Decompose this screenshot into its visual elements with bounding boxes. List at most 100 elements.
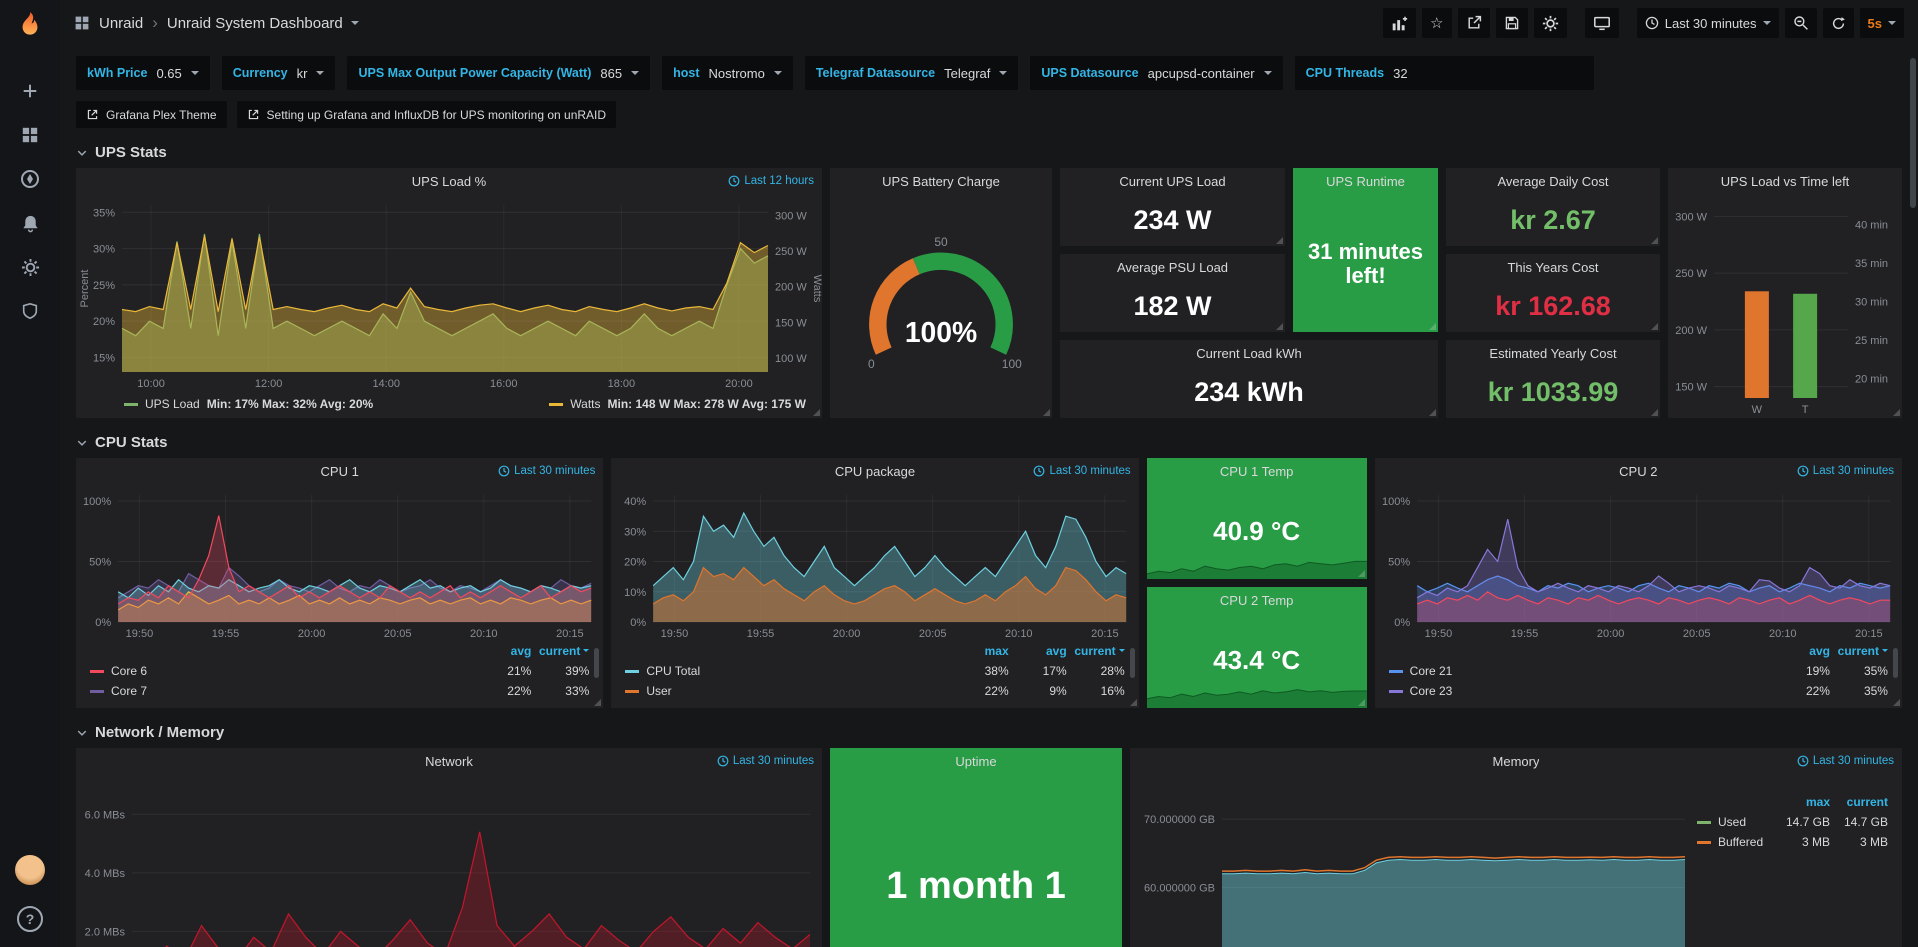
legend-row[interactable]: Core 621%39% [90, 661, 589, 681]
server-admin-shield-icon[interactable] [13, 294, 47, 328]
panel-title[interactable]: Current UPS Load [1119, 174, 1225, 189]
memory-chart[interactable]: 50.000000 GB60.000000 GB70.000000 GB [1130, 775, 1697, 947]
zoom-out-button[interactable] [1785, 8, 1817, 38]
legend-row[interactable]: Core 2322%35% [1389, 681, 1888, 701]
svg-text:20:05: 20:05 [384, 628, 412, 640]
caret-down-icon [1763, 21, 1771, 29]
panel-title[interactable]: Memory [1493, 754, 1540, 769]
variable-currency[interactable]: Currency kr [222, 56, 336, 90]
panel-title[interactable]: This Years Cost [1507, 260, 1598, 275]
apps-grid-icon[interactable] [74, 6, 90, 40]
network-memory-row: Network Last 30 minutes 2.0 MBs4.0 MBs6.… [76, 748, 1902, 947]
star-button[interactable]: ☆ [1422, 8, 1452, 38]
breadcrumb-dashboard-title[interactable]: Unraid System Dashboard [167, 15, 359, 32]
ups-load-vs-time-chart[interactable]: 150 W200 W250 W300 W20 min25 min30 min35… [1668, 195, 1902, 418]
legend-scrollbar[interactable] [1130, 648, 1135, 678]
panel-title[interactable]: UPS Battery Charge [882, 174, 1000, 189]
time-range-button[interactable]: Last 30 minutes [1637, 8, 1779, 38]
panel-time-range-badge[interactable]: Last 30 minutes [1797, 755, 1894, 767]
panel-title[interactable]: CPU 1 Temp [1220, 464, 1293, 479]
legend-row[interactable]: Core 722%33% [90, 681, 589, 701]
battery-gauge[interactable]: 0 50 100 100% [830, 195, 1052, 418]
magnifier-minus-icon [1793, 15, 1809, 31]
panel-title[interactable]: Average PSU Load [1117, 260, 1228, 275]
refresh-interval-button[interactable]: 5s [1860, 8, 1904, 38]
section-cpu-stats[interactable]: CPU Stats [76, 434, 1902, 451]
legend-header-max[interactable]: max [951, 644, 1009, 658]
legend-scrollbar[interactable] [1893, 648, 1898, 678]
configuration-gear-icon[interactable] [13, 250, 47, 284]
explore-compass-icon[interactable] [13, 162, 47, 196]
variable-host[interactable]: host Nostromo [662, 56, 793, 90]
ups-load-chart[interactable]: 15%20%25%30%35%100 W150 W200 W250 W300 W… [76, 195, 822, 392]
chevron-down-icon [76, 437, 88, 449]
network-chart[interactable]: 2.0 MBs4.0 MBs6.0 MBs [76, 775, 822, 947]
breadcrumb-org[interactable]: Unraid [99, 15, 143, 32]
create-plus-icon[interactable] [13, 74, 47, 108]
clock-icon [1033, 465, 1045, 477]
cpu1-chart[interactable]: 0%50%100%19:5019:5520:0020:0520:1020:15 [76, 485, 603, 642]
refresh-button[interactable] [1823, 8, 1854, 38]
help-icon[interactable]: ? [17, 906, 43, 932]
dashboard-settings-button[interactable] [1534, 8, 1567, 38]
panel-title[interactable]: CPU 2 Temp [1220, 593, 1293, 608]
panel-title[interactable]: Estimated Yearly Cost [1489, 346, 1616, 361]
add-panel-button[interactable] [1383, 8, 1416, 38]
panel-title[interactable]: UPS Runtime [1326, 174, 1405, 189]
svg-text:200 W: 200 W [775, 282, 807, 294]
legend-row[interactable]: User22%9%16% [625, 681, 1124, 701]
panel-title[interactable]: UPS Load % [412, 174, 486, 189]
legend-header-current[interactable]: current [1830, 795, 1888, 809]
variable-ups-max-output[interactable]: UPS Max Output Power Capacity (Watt) 865 [347, 56, 650, 90]
legend-header-current[interactable]: current [1830, 644, 1888, 658]
legend-header-avg[interactable]: avg [1772, 644, 1830, 658]
cpu-threads-input[interactable] [1393, 60, 1583, 86]
user-avatar[interactable] [15, 855, 45, 885]
section-network-memory[interactable]: Network / Memory [76, 724, 1902, 741]
legend-row[interactable]: Buffered3 MB3 MB [1697, 832, 1888, 852]
panel-title[interactable]: Average Daily Cost [1497, 174, 1608, 189]
panel-uptime: Uptime 1 month 1 [830, 748, 1122, 947]
panel-title[interactable]: Uptime [955, 754, 996, 769]
cpu2-chart[interactable]: 0%50%100%19:5019:5520:0020:0520:1020:15 [1375, 485, 1902, 642]
panel-time-range-badge[interactable]: Last 12 hours [728, 175, 814, 187]
grafana-logo[interactable] [13, 10, 47, 49]
external-link-icon [86, 108, 99, 121]
legend-header-avg[interactable]: avg [1009, 644, 1067, 658]
panel-title[interactable]: Network [425, 754, 473, 769]
legend-item-ups-load[interactable]: UPS Load Min: 17% Max: 32% Avg: 20% [124, 397, 373, 411]
dashboards-icon[interactable] [13, 118, 47, 152]
link-ups-monitoring-guide[interactable]: Setting up Grafana and InfluxDB for UPS … [237, 101, 617, 128]
save-button[interactable] [1496, 8, 1528, 38]
variable-kwh-price[interactable]: kWh Price 0.65 [76, 56, 210, 90]
panel-title[interactable]: CPU package [835, 464, 915, 479]
cpu-package-chart[interactable]: 0%10%20%30%40%19:5019:5520:0020:0520:102… [611, 485, 1138, 642]
panel-title[interactable]: UPS Load vs Time left [1721, 174, 1850, 189]
legend-row[interactable]: CPU Total38%17%28% [625, 661, 1124, 681]
panel-time-range-badge[interactable]: Last 30 minutes [1797, 465, 1894, 477]
panel-time-range-badge[interactable]: Last 30 minutes [1033, 465, 1130, 477]
panel-time-range-badge[interactable]: Last 30 minutes [717, 755, 814, 767]
panel-title[interactable]: CPU 1 [321, 464, 359, 479]
legend-header-avg[interactable]: avg [473, 644, 531, 658]
share-button[interactable] [1458, 8, 1490, 38]
legend-header-current[interactable]: current [1067, 644, 1125, 658]
legend-header-current[interactable]: current [531, 644, 589, 658]
link-grafana-plex-theme[interactable]: Grafana Plex Theme [76, 101, 227, 128]
badge-label: Last 30 minutes [1813, 755, 1894, 767]
legend-item-watts[interactable]: Watts Min: 148 W Max: 278 W Avg: 175 W [549, 397, 806, 411]
gear-icon [1542, 15, 1559, 32]
variable-telegraf-datasource[interactable]: Telegraf Datasource Telegraf [805, 56, 1019, 90]
panel-time-range-badge[interactable]: Last 30 minutes [498, 465, 595, 477]
legend-row[interactable]: Used14.7 GB14.7 GB [1697, 812, 1888, 832]
tv-mode-button[interactable] [1585, 8, 1619, 38]
variable-ups-datasource[interactable]: UPS Datasource apcupsd-container [1030, 56, 1282, 90]
legend-scrollbar[interactable] [594, 648, 599, 678]
panel-title[interactable]: CPU 2 [1619, 464, 1657, 479]
legend-header-max[interactable]: max [1772, 795, 1830, 809]
section-ups-stats[interactable]: UPS Stats [76, 144, 1902, 161]
legend-row[interactable]: Core 2119%35% [1389, 661, 1888, 681]
page-scrollbar[interactable] [1910, 58, 1916, 208]
alerting-bell-icon[interactable] [13, 206, 47, 240]
panel-title[interactable]: Current Load kWh [1196, 346, 1302, 361]
